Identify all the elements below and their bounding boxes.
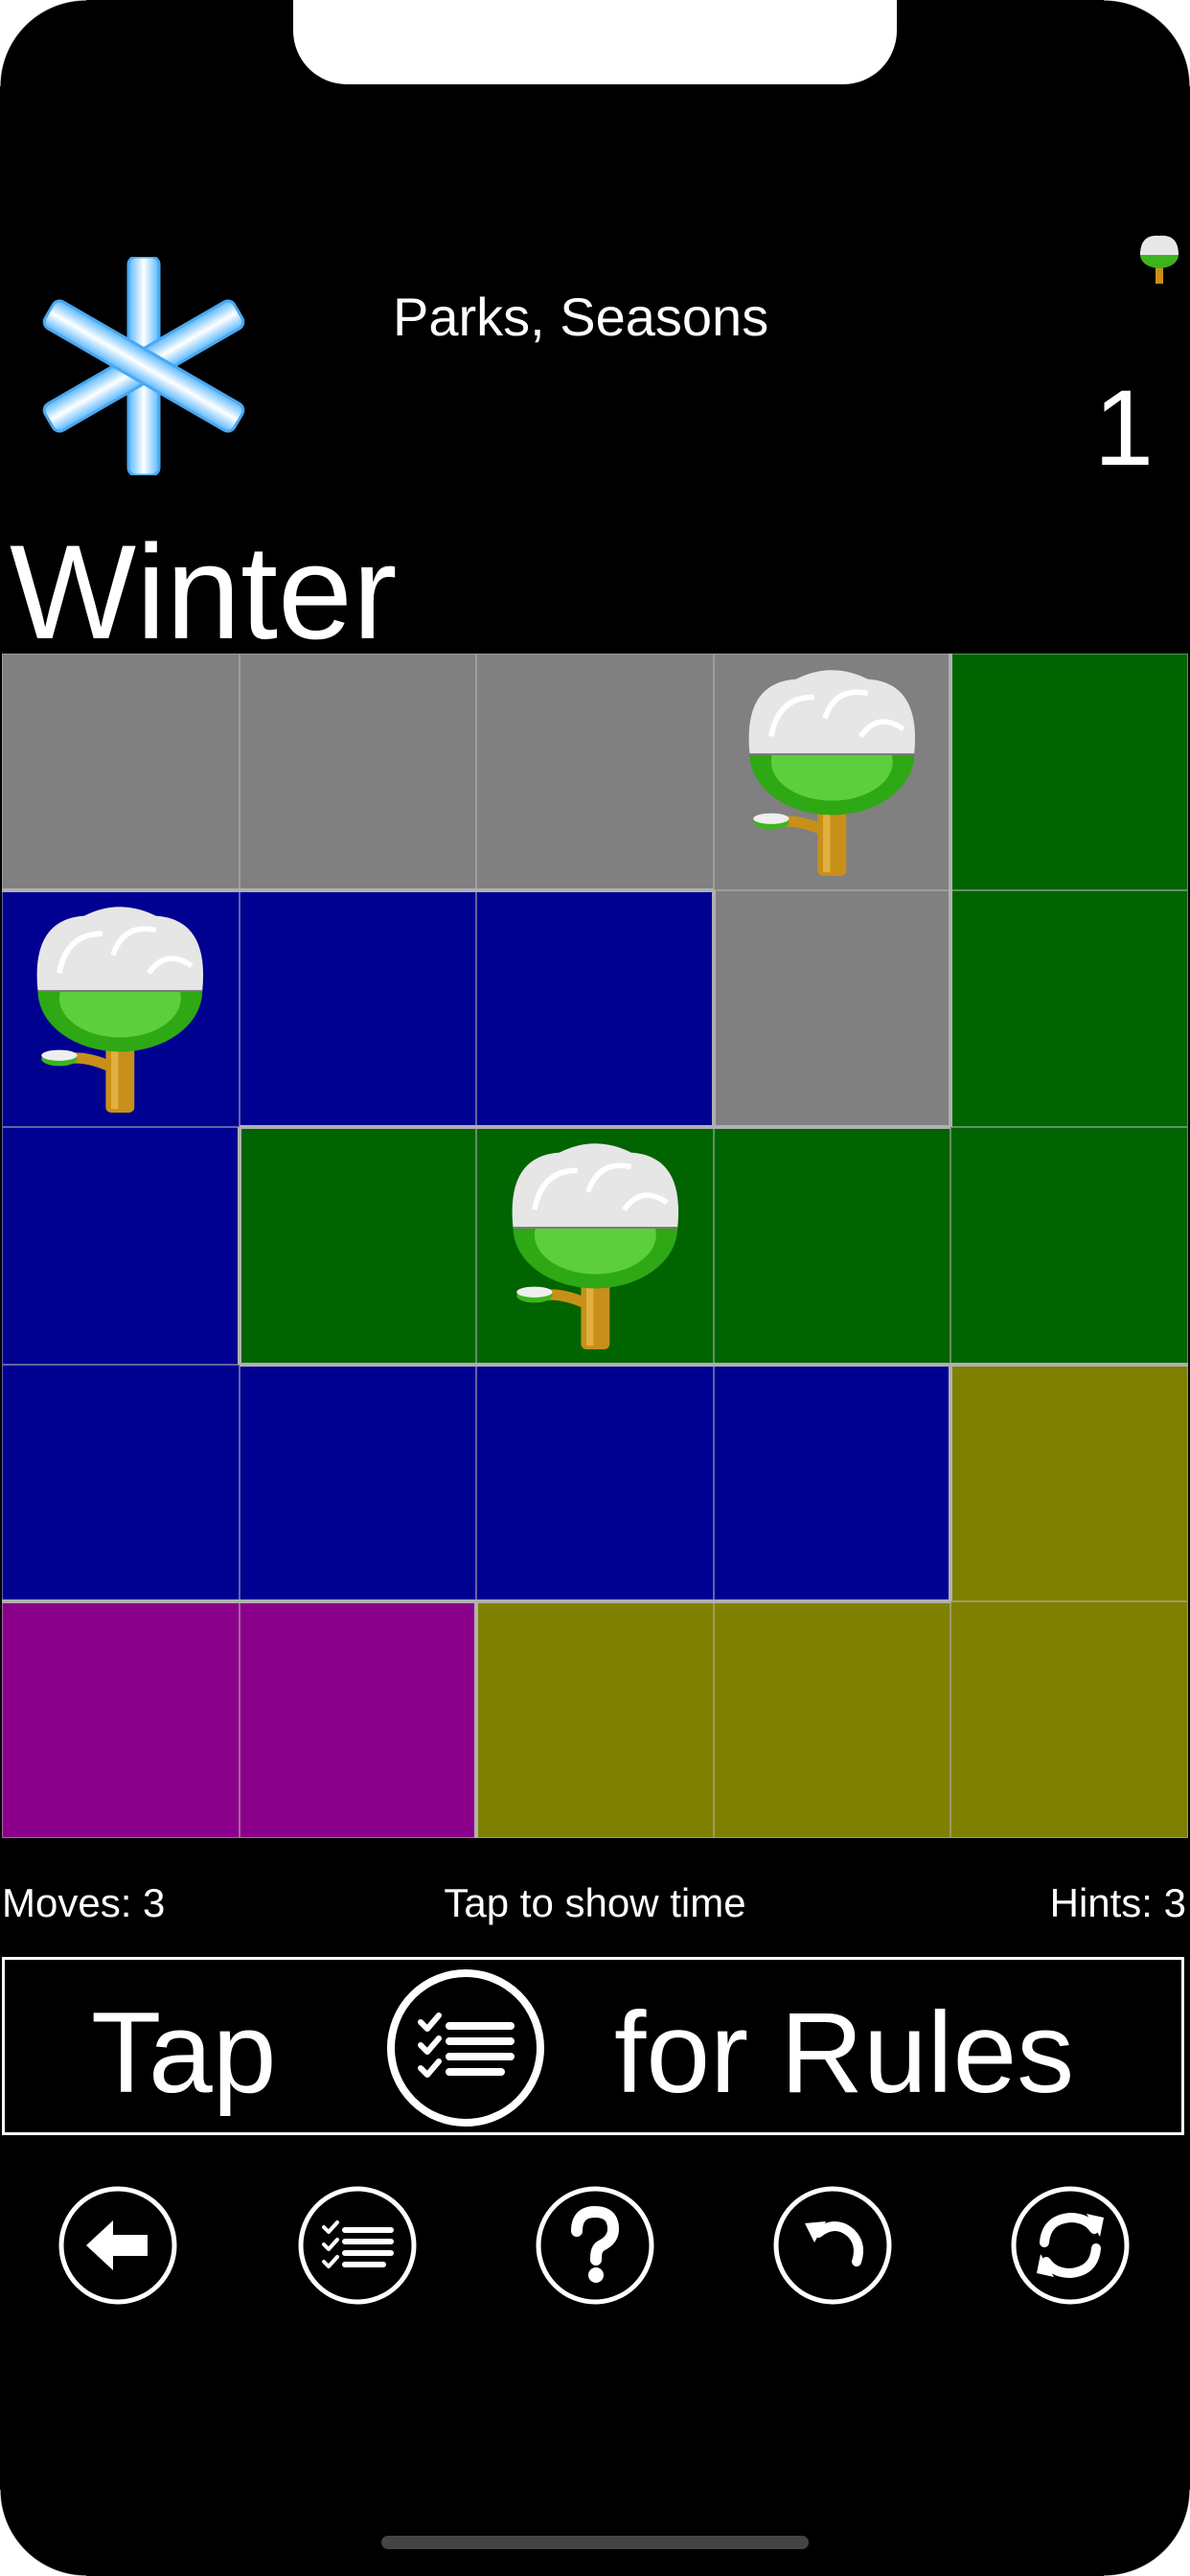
region-border	[950, 1362, 1188, 1367]
board-cell[interactable]	[239, 1127, 477, 1365]
snowy-tree-icon	[1140, 235, 1179, 284]
hints-counter: Hints: 3	[1049, 1880, 1186, 1925]
screen-corner	[0, 2490, 86, 2576]
region-border	[476, 888, 714, 893]
board-cell[interactable]	[713, 654, 951, 891]
board-cell[interactable]	[2, 1364, 240, 1601]
region-border	[239, 1598, 477, 1603]
undo-icon[interactable]	[772, 2185, 893, 2306]
region-border	[239, 1125, 477, 1130]
region-border	[949, 1364, 953, 1601]
region-border	[476, 1598, 714, 1603]
collection-title: Parks, Seasons	[393, 287, 769, 347]
board-cell[interactable]	[476, 654, 714, 891]
device-notch	[293, 0, 897, 84]
board-cell[interactable]	[476, 1127, 714, 1365]
region-border	[949, 654, 953, 891]
board-cell[interactable]	[476, 1364, 714, 1601]
board-cell[interactable]	[713, 1127, 951, 1365]
board-cell[interactable]	[950, 654, 1188, 891]
region-border	[476, 1125, 714, 1130]
region-border	[239, 888, 477, 893]
board-cell[interactable]	[239, 654, 477, 891]
level-name: Winter	[10, 517, 398, 667]
region-border	[239, 1362, 477, 1367]
board-cell[interactable]	[239, 1600, 477, 1838]
board-cell[interactable]	[2, 654, 240, 891]
help-icon[interactable]	[535, 2185, 655, 2306]
region-border	[476, 1362, 714, 1367]
checklist-icon	[387, 1969, 544, 2127]
show-time-toggle[interactable]: Tap to show time	[0, 1880, 1190, 1926]
back-arrow-icon[interactable]	[57, 2185, 178, 2306]
region-border	[711, 890, 716, 1128]
board-cell[interactable]	[950, 1127, 1188, 1365]
rules-tap-label: Tap	[91, 1989, 277, 2117]
game-board	[2, 654, 1188, 1838]
board-cell[interactable]	[476, 1600, 714, 1838]
snowy-tree-icon	[748, 670, 916, 876]
board-cell[interactable]	[2, 1127, 240, 1365]
region-border	[2, 1598, 240, 1603]
board-cell[interactable]	[950, 890, 1188, 1128]
board-cell[interactable]	[713, 890, 951, 1128]
board-cell[interactable]	[2, 890, 240, 1128]
rules-label: for Rules	[614, 1989, 1075, 2117]
region-border	[2, 888, 240, 893]
region-border	[713, 1125, 951, 1130]
screen-corner	[1104, 0, 1190, 86]
snowy-tree-icon	[37, 907, 204, 1114]
screen-corner	[0, 0, 86, 86]
board-cell[interactable]	[713, 1600, 951, 1838]
board-cell[interactable]	[239, 890, 477, 1128]
rules-banner[interactable]: Tap for Rules	[2, 1957, 1184, 2135]
restart-icon[interactable]	[1010, 2185, 1131, 2306]
region-border	[474, 1600, 479, 1838]
board-cell[interactable]	[713, 1364, 951, 1601]
checklist-icon[interactable]	[297, 2185, 418, 2306]
region-border	[237, 1127, 241, 1365]
level-number: 1	[1093, 368, 1154, 488]
board-cell[interactable]	[2, 1600, 240, 1838]
region-border	[949, 890, 953, 1128]
board-cell[interactable]	[950, 1364, 1188, 1601]
snowy-tree-icon	[512, 1143, 678, 1350]
board-cell[interactable]	[239, 1364, 477, 1601]
status-bar: Moves: 3 Tap to show time Hints: 3	[0, 1874, 1190, 1932]
region-border	[713, 1362, 951, 1367]
snowflake-icon	[42, 257, 245, 475]
board-cell[interactable]	[476, 890, 714, 1128]
region-border	[713, 1598, 951, 1603]
board-cell[interactable]	[950, 1600, 1188, 1838]
home-indicator	[381, 2536, 809, 2549]
screen-corner	[1104, 2490, 1190, 2576]
